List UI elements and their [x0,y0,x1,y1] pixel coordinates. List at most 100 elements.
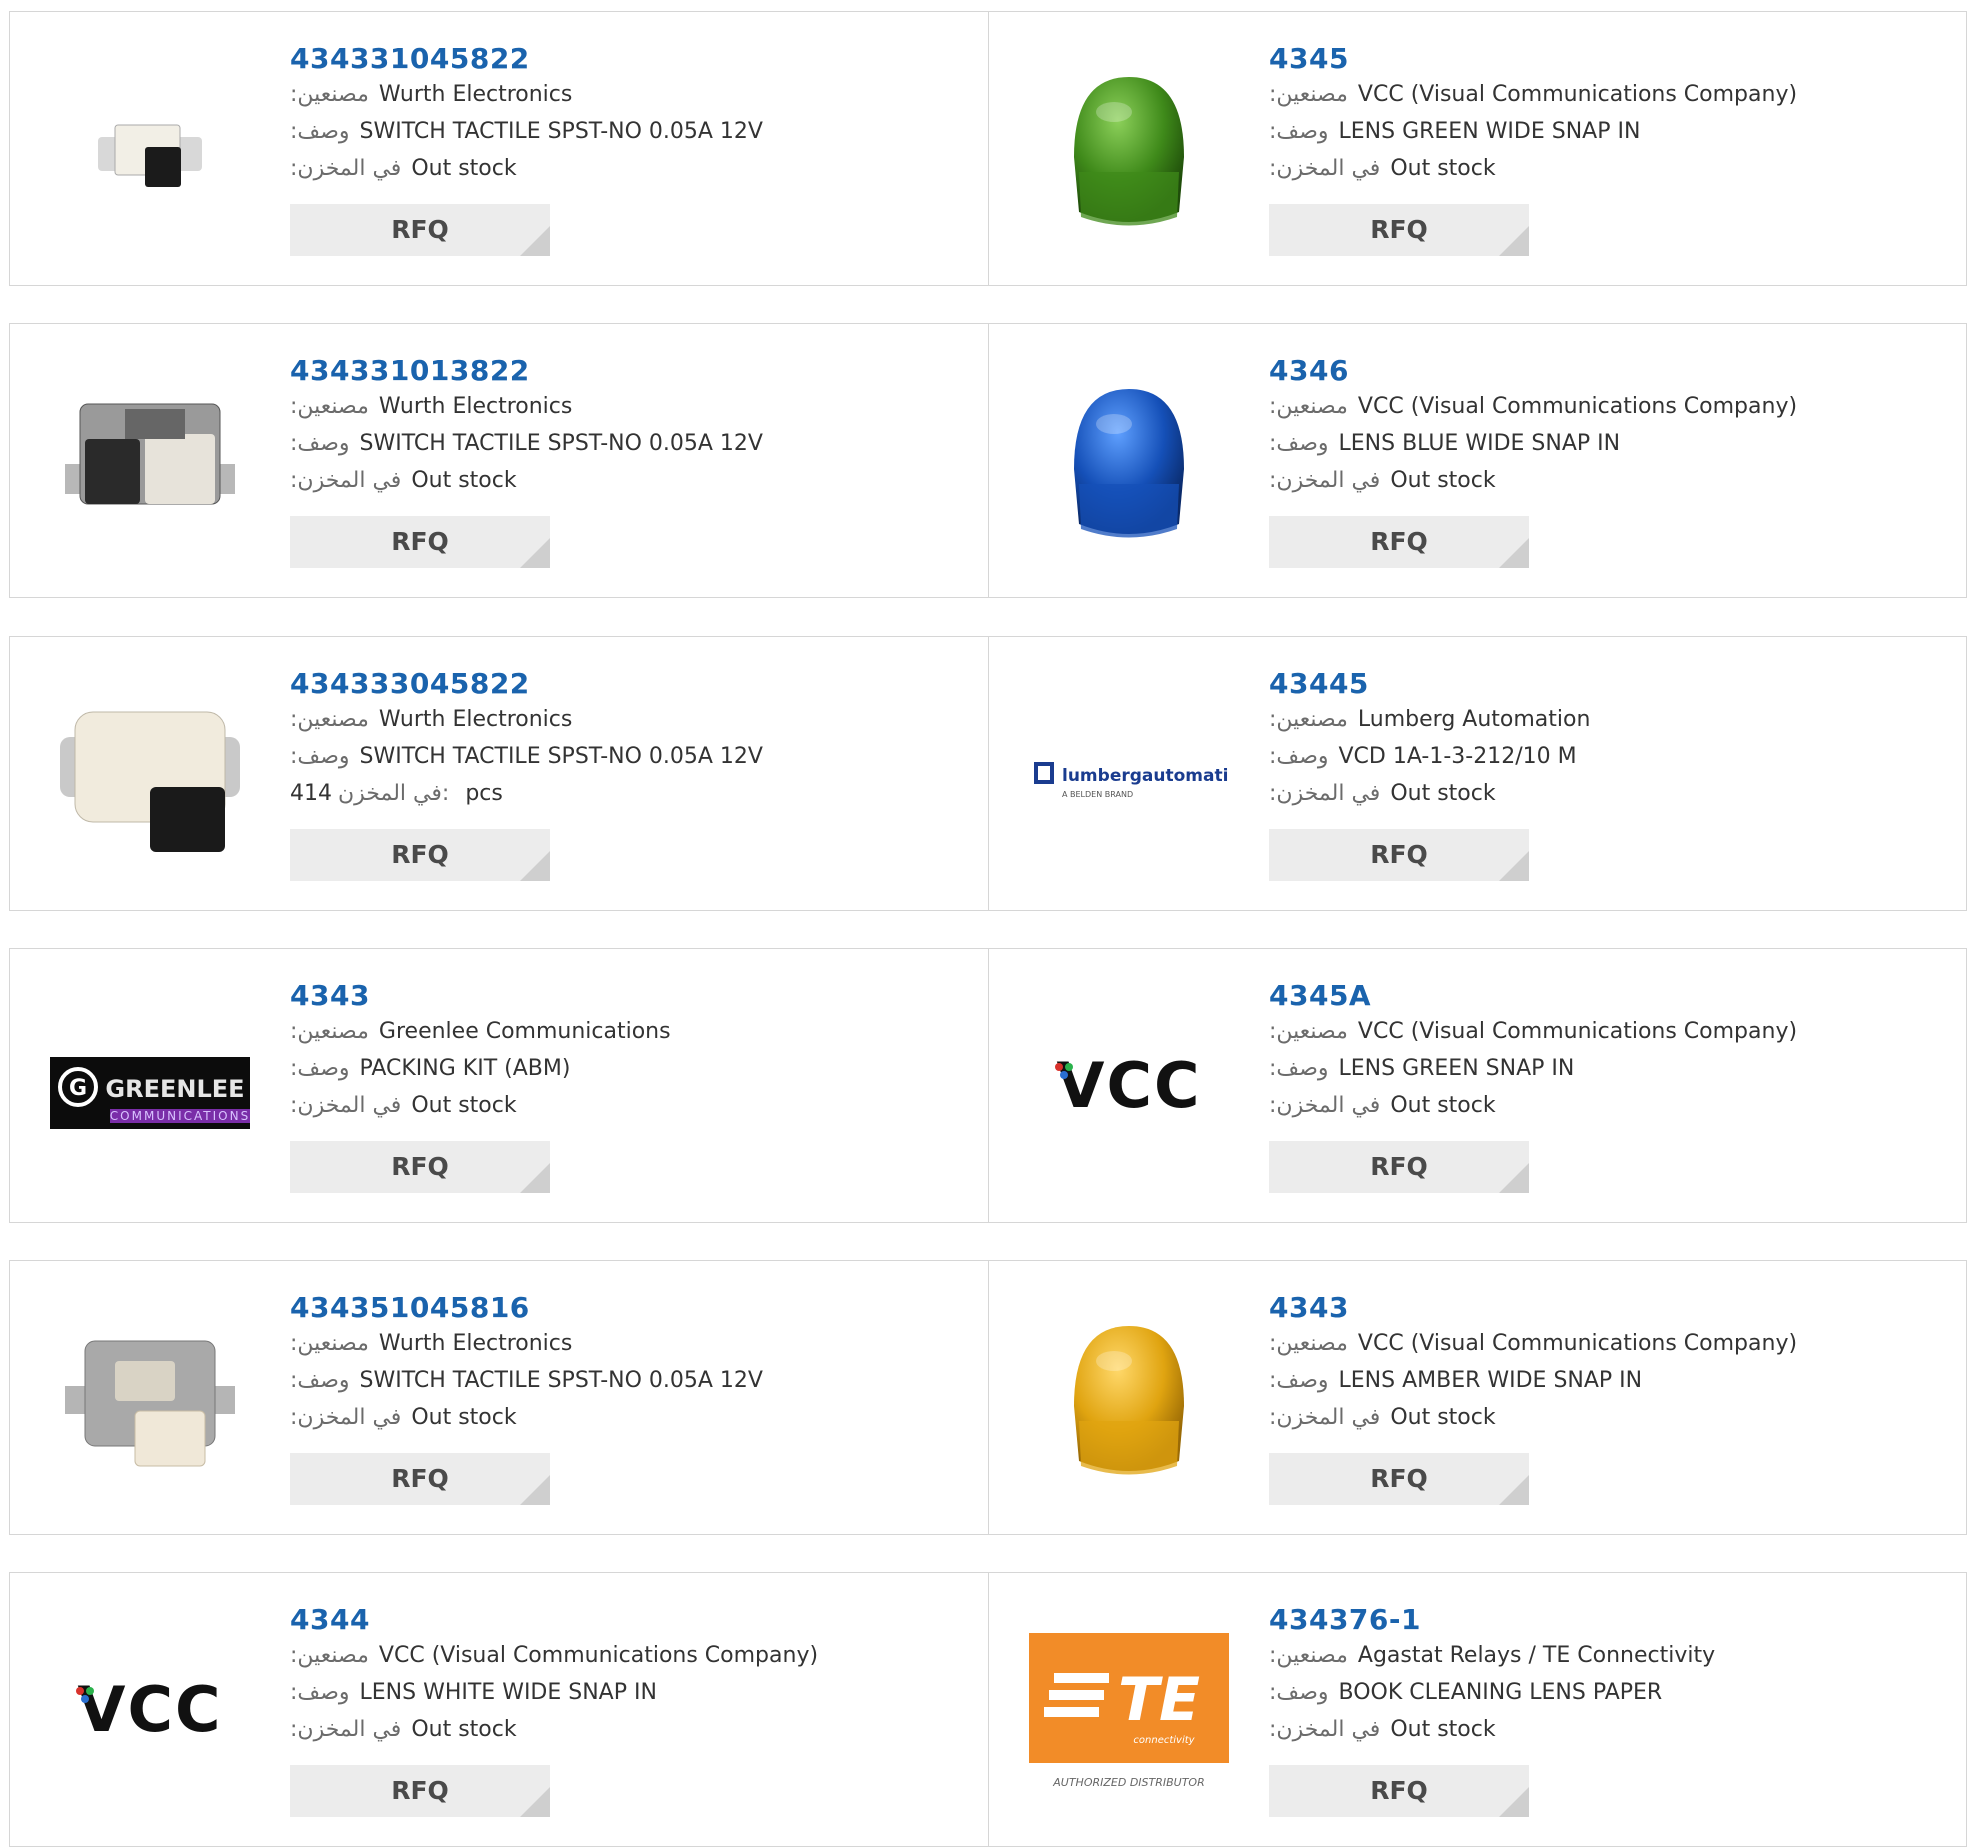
product-card: TE connectivity AUTHORIZED DISTRIBUTOR 4343… [988,1572,1967,1847]
rfq-button-label: RFQ [1370,1776,1428,1805]
product-info: 4345A:مصنعين VCC (Visual Communications C… [1269,979,1946,1193]
stock-row-value: Out stock [411,1405,517,1430]
vcc-logo-text: VCC [78,1673,223,1746]
stock-row: :في المخزن Out stock [1269,150,1946,187]
description-row-label: :وصف [290,431,350,456]
product-card: 434333045822:مصنعين Wurth Electronics:وصف… [9,636,990,911]
stock-row: 414 في المخزن: pcs [290,775,969,812]
description-row-label: :وصف [1269,744,1329,769]
manufacturer-row-label: :مصنعين [290,82,369,107]
tactile-switch-side-icon[interactable] [50,1301,250,1501]
blue-lens-icon[interactable] [1029,364,1229,564]
description-row-label: :وصف [290,119,350,144]
rfq-button[interactable]: RFQ [1269,1765,1529,1817]
te-connectivity-logo[interactable]: TE connectivity AUTHORIZED DISTRIBUTOR [1029,1613,1229,1813]
svg-text:TE: TE [1118,1665,1200,1735]
rfq-button[interactable]: RFQ [1269,516,1529,568]
manufacturer-row-value: Wurth Electronics [378,1331,573,1356]
green-lens-icon[interactable] [1029,52,1229,252]
rfq-button[interactable]: RFQ [1269,1141,1529,1193]
vcc-logo[interactable]: VCC [1029,989,1229,1189]
description-row: :وصف LENS AMBER WIDE SNAP IN [1269,1362,1946,1399]
stock-row-label: :في المخزن [1269,1405,1381,1430]
manufacturer-row-label: :مصنعين [1269,1331,1348,1356]
stock-row-label: :في المخزن [1269,781,1381,806]
svg-text:connectivity: connectivity [1133,1735,1195,1746]
tactile-switch-white-icon[interactable] [50,677,250,877]
description-row-label: :وصف [290,1680,350,1705]
part-number-link[interactable]: 4343 [1269,1291,1946,1325]
rfq-button[interactable]: RFQ [290,829,550,881]
rfq-button[interactable]: RFQ [290,516,550,568]
description-row-label: :وصف [290,1056,350,1081]
manufacturer-row: :مصنعين VCC (Visual Communications Compan… [1269,1013,1946,1050]
description-row-label: :وصف [1269,431,1329,456]
vcc-logo[interactable]: VCC [50,1613,250,1813]
stock-row-value: Out stock [411,1717,517,1742]
amber-lens-icon[interactable] [1029,1301,1229,1501]
manufacturer-row-label: :مصنعين [1269,1643,1348,1668]
manufacturer-row-value: VCC (Visual Communications Company) [1357,82,1798,107]
rfq-button-label: RFQ [1370,840,1428,869]
rfq-button[interactable]: RFQ [1269,829,1529,881]
part-number-link[interactable]: 4345A [1269,979,1946,1013]
stock-row-value: Out stock [1390,156,1496,181]
rfq-button-label: RFQ [391,1152,449,1181]
manufacturer-row-value: Greenlee Communications [378,1019,671,1044]
rfq-button-label: RFQ [1370,215,1428,244]
product-info: 43445:مصنعين Lumberg Automation:وصف VCD 1A… [1269,667,1946,881]
stock-row: :في المخزن Out stock [1269,775,1946,812]
part-number-link[interactable]: 43445 [1269,667,1946,701]
part-number-link[interactable]: 4346 [1269,354,1946,388]
manufacturer-row-value: VCC (Visual Communications Company) [1357,394,1798,419]
stock-row-label: :في المخزن [290,1093,402,1118]
rfq-corner-decoration [520,538,550,568]
stock-quantity: 414 [290,781,332,806]
description-row-label: :وصف [1269,1056,1329,1081]
product-info: 434331045822:مصنعين Wurth Electronics:وصف… [290,42,969,256]
part-number-link[interactable]: 434331013822 [290,354,969,388]
rfq-button[interactable]: RFQ [290,1765,550,1817]
stock-row-value: Out stock [1390,1405,1496,1430]
part-number-link[interactable]: 434351045816 [290,1291,969,1325]
svg-text:AUTHORIZED DISTRIBUTOR: AUTHORIZED DISTRIBUTOR [1052,1776,1205,1789]
tactile-switch-black-icon[interactable] [50,364,250,564]
manufacturer-row-label: :مصنعين [290,707,369,732]
rfq-button[interactable]: RFQ [290,1453,550,1505]
manufacturer-row: :مصنعين VCC (Visual Communications Compan… [1269,388,1946,425]
rfq-button[interactable]: RFQ [290,204,550,256]
product-card: VCC 4344:مصنعين VCC (Visual Communications… [9,1572,990,1847]
product-info: 434376-1:مصنعين Agastat Relays / TE Conne… [1269,1603,1946,1817]
stock-row: :في المخزن Out stock [290,150,969,187]
manufacturer-row: :مصنعين Wurth Electronics [290,701,969,738]
greenlee-logo[interactable]: G GREENLEE COMMUNICATIONS [50,989,250,1189]
stock-row-label: :في المخزن [1269,468,1381,493]
lumberg-logo[interactable]: lumbergautomation A BELDEN BRAND [1029,677,1229,877]
manufacturer-row: :مصنعين Wurth Electronics [290,388,969,425]
manufacturer-row: :مصنعين VCC (Visual Communications Compan… [290,1637,969,1674]
manufacturer-row: :مصنعين Lumberg Automation [1269,701,1946,738]
product-info: 4344:مصنعين VCC (Visual Communications Co… [290,1603,969,1817]
description-row-value: SWITCH TACTILE SPST-NO 0.05A 12V [359,1368,763,1393]
rfq-corner-decoration [1499,1163,1529,1193]
rfq-button[interactable]: RFQ [1269,204,1529,256]
description-row-value: LENS GREEN WIDE SNAP IN [1338,119,1641,144]
description-row: :وصف PACKING KIT (ABM) [290,1050,969,1087]
svg-text:COMMUNICATIONS: COMMUNICATIONS [110,1109,250,1123]
rfq-button[interactable]: RFQ [1269,1453,1529,1505]
part-number-link[interactable]: 4345 [1269,42,1946,76]
part-number-link[interactable]: 4343 [290,979,969,1013]
stock-row: :في المخزن Out stock [290,1711,969,1748]
part-number-link[interactable]: 434333045822 [290,667,969,701]
part-number-link[interactable]: 434331045822 [290,42,969,76]
svg-text:G: G [69,1076,87,1101]
description-row-label: :وصف [1269,1680,1329,1705]
part-number-link[interactable]: 434376-1 [1269,1603,1946,1637]
description-row-label: :وصف [290,1368,350,1393]
manufacturer-row: :مصنعين VCC (Visual Communications Compan… [1269,1325,1946,1362]
rfq-corner-decoration [520,226,550,256]
tactile-switch-small-icon[interactable] [50,52,250,252]
rfq-button[interactable]: RFQ [290,1141,550,1193]
description-row: :وصف SWITCH TACTILE SPST-NO 0.05A 12V [290,738,969,775]
part-number-link[interactable]: 4344 [290,1603,969,1637]
